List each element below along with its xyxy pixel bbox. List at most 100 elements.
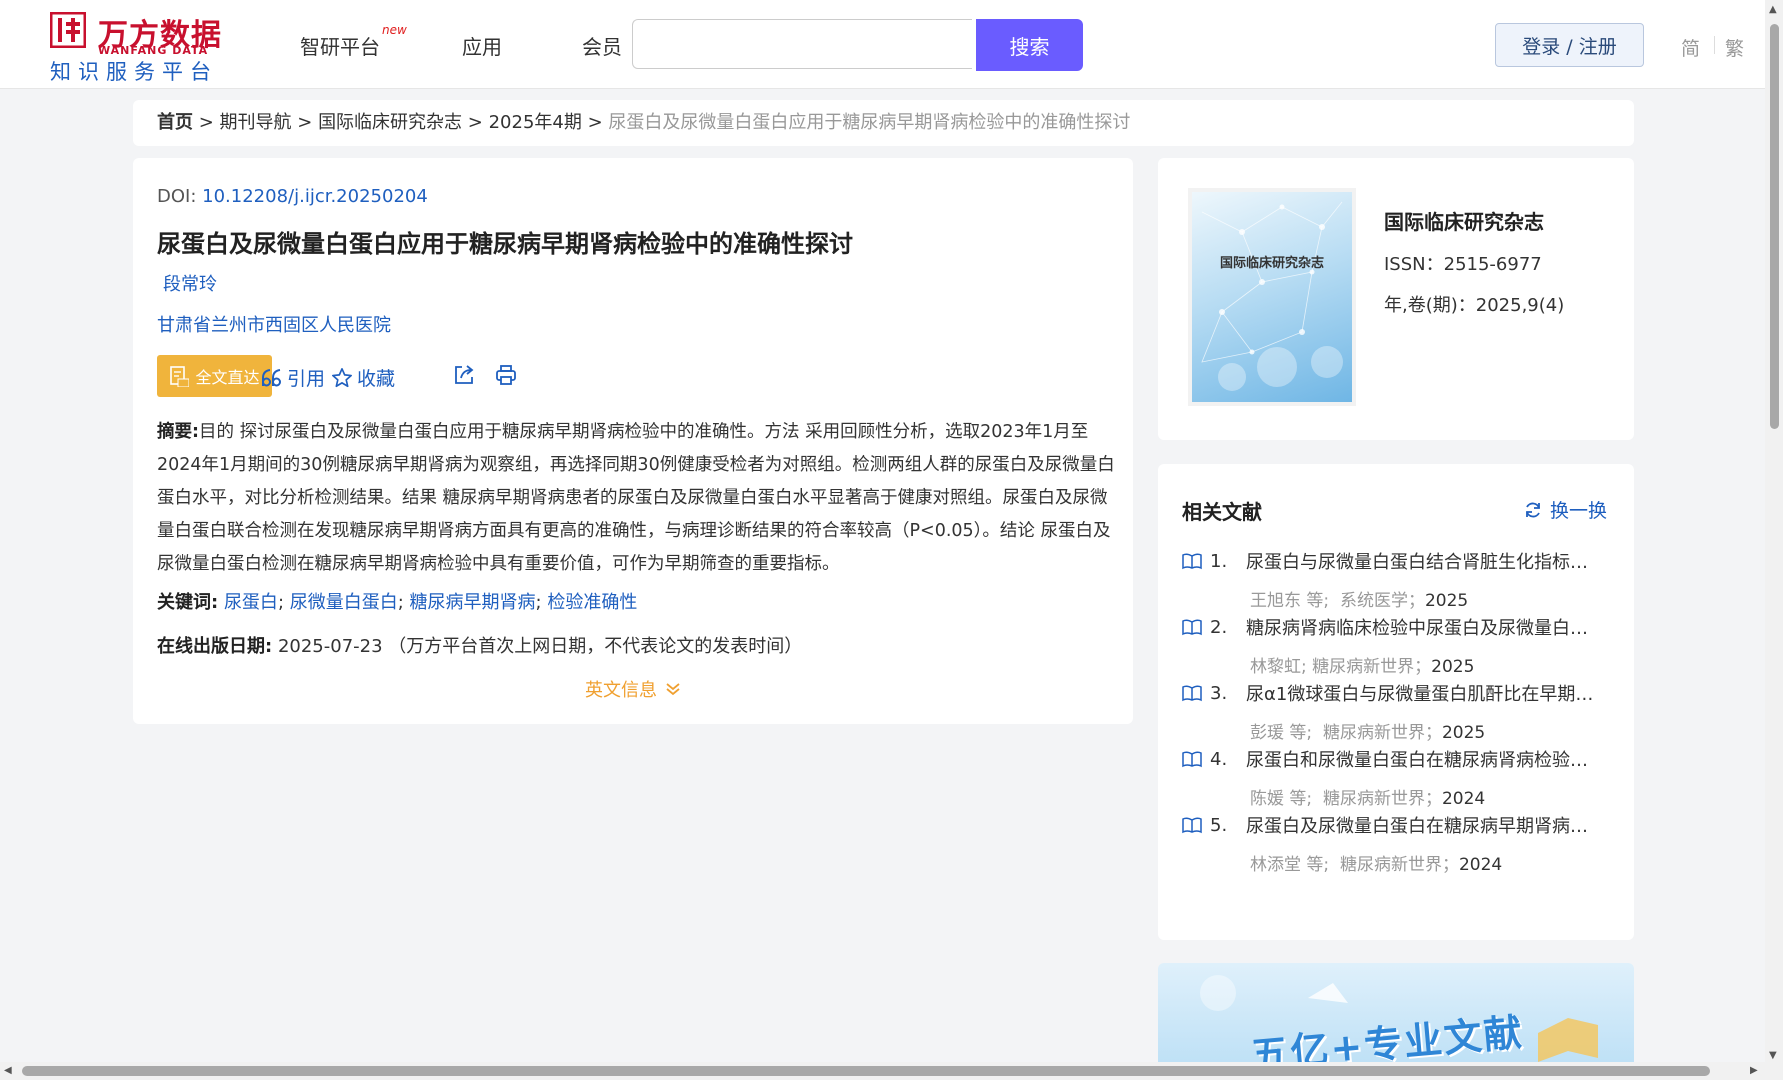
keyword-link[interactable]: 尿微量白蛋白 [290,592,398,613]
scroll-right-arrow-icon[interactable]: ▶ [1750,1065,1758,1076]
related-source: 糖尿病新世界； [1312,657,1432,677]
related-title[interactable]: 尿α1微球蛋白与尿微量蛋白肌酐比在早期糖... [1246,680,1598,706]
related-item[interactable]: 5. 尿蛋白及尿微量白蛋白在糖尿病早期肾病中... 林添堂 等; 糖尿病新世界；… [1182,812,1612,875]
fulltext-label: 全文直达 [195,368,260,387]
breadcrumb-journal-nav[interactable]: 期刊导航 [220,112,292,133]
related-authors: 彭瑗 等; [1250,723,1313,743]
keywords-line: 关键词: 尿蛋白; 尿微量白蛋白; 糖尿病早期肾病; 检验准确性 [157,592,638,613]
related-source: 糖尿病新世界； [1339,855,1459,875]
related-year: 2024 [1441,789,1486,809]
cover-network-pattern [1201,201,1343,391]
refresh-icon [1526,502,1540,517]
refresh-label: 换一换 [1550,500,1608,522]
star-icon [332,367,352,387]
english-info-toggle[interactable]: 英文信息 [585,676,681,702]
promo-banner[interactable]: 五亿+专业文献 [1158,963,1634,1062]
related-number: 2. [1210,616,1228,638]
doi-link[interactable]: 10.12208/j.ijcr.20250204 [202,186,428,207]
related-title[interactable]: 糖尿病肾病临床检验中尿蛋白及尿微量白蛋... [1246,614,1598,640]
scroll-up-arrow-icon[interactable]: ▲ [1769,4,1777,15]
related-year: 2025 [1424,591,1469,611]
journal-name-link[interactable]: 国际临床研究杂志 [1384,206,1544,235]
journal-issn: ISSN：2515-6977 [1384,254,1542,275]
login-register-button[interactable]: 登录 / 注册 [1495,23,1644,67]
related-authors: 王旭东 等; [1250,591,1330,611]
top-header: 万方数据 WANFANG DATA 知识服务平台 智研平台 new 应用 会员 … [0,0,1765,89]
pubdate-label: 在线出版日期: [157,636,273,657]
article-title: 尿蛋白及尿微量白蛋白应用于糖尿病早期肾病检验中的准确性探讨 [157,230,853,258]
pubdate-note: （万方平台首次上网日期，不代表论文的发表时间） [388,636,803,657]
wanfang-logo-icon [50,12,86,48]
affiliation-link[interactable]: 甘肃省兰州市西固区人民医院 [157,311,391,337]
related-source: 糖尿病新世界； [1322,723,1442,743]
favorite-label: 收藏 [357,368,396,390]
book-icon [1182,751,1202,768]
journal-volume: 年,卷(期)：2025,9(4) [1384,295,1565,316]
breadcrumb-separator: > [581,112,609,133]
book-icon [1182,553,1202,570]
related-title[interactable]: 尿蛋白及尿微量白蛋白在糖尿病早期肾病中... [1246,812,1598,838]
related-item[interactable]: 2. 糖尿病肾病临床检验中尿蛋白及尿微量白蛋... 林黎虹; 糖尿病新世界；20… [1182,614,1612,677]
nav-applications[interactable]: 应用 [462,31,502,60]
scroll-down-arrow-icon[interactable]: ▼ [1769,1050,1777,1061]
journal-info-card: 国际临床研究杂志 国际临床研究杂志 ISSN：2515-6977 年,卷(期)：… [1158,158,1634,440]
related-item[interactable]: 1. 尿蛋白与尿微量白蛋白结合肾脏生化指标在... 王旭东 等; 系统医学；20… [1182,548,1612,611]
fulltext-button[interactable]: 全文直达 [157,355,272,397]
breadcrumb-current: 尿蛋白及尿微量白蛋白应用于糖尿病早期肾病检验中的准确性探讨 [608,112,1131,133]
horizontal-scrollbar[interactable]: ◀ ▶ [0,1062,1765,1080]
printer-icon [496,365,516,385]
breadcrumb-separator: > [462,112,489,133]
abstract-text: 目的 探讨尿蛋白及尿微量白蛋白应用于糖尿病早期肾病检验中的准确性。方法 采用回顾… [157,422,1115,574]
related-title[interactable]: 尿蛋白和尿微量白蛋白在糖尿病肾病检验中... [1246,746,1598,772]
author-link[interactable]: 段常玲 [163,270,217,296]
related-item[interactable]: 3. 尿α1微球蛋白与尿微量蛋白肌酐比在早期糖... 彭瑗 等; 糖尿病新世界；… [1182,680,1612,743]
keyword-link[interactable]: 检验准确性 [547,592,637,613]
quote-icon [262,368,281,386]
print-button[interactable] [495,364,517,386]
breadcrumb-separator: > [291,112,319,133]
nav-membership[interactable]: 会员 [582,31,622,60]
related-year: 2025 [1441,723,1486,743]
cover-title: 国际临床研究杂志 [1219,256,1324,271]
lang-traditional[interactable]: 繁 [1725,34,1744,61]
related-year: 2025 [1431,657,1475,677]
horizontal-scroll-thumb[interactable] [22,1066,1710,1076]
nav-zhiyan-label: 智研平台 [300,35,380,59]
related-heading: 相关文献 [1182,500,1262,524]
abstract-label: 摘要: [157,422,199,442]
related-number: 4. [1210,748,1228,770]
free-document-icon [170,366,190,387]
keyword-link[interactable]: 糖尿病早期肾病 [410,592,536,613]
wanfang-logo[interactable]: 万方数据 WANFANG DATA 知识服务平台 [50,10,230,84]
related-authors: 林黎虹; [1250,657,1307,677]
related-number: 1. [1210,550,1228,572]
vertical-scrollbar[interactable]: ▲ ▼ [1765,0,1783,1080]
related-source: 系统医学； [1339,591,1425,611]
search-button[interactable]: 搜索 [976,19,1083,71]
related-number: 5. [1210,814,1228,836]
keywords-label: 关键词: [157,592,219,613]
breadcrumb-issue[interactable]: 2025年4期 [489,112,582,133]
related-title[interactable]: 尿蛋白与尿微量白蛋白结合肾脏生化指标在... [1246,548,1598,574]
related-source: 糖尿病新世界； [1322,789,1442,809]
lang-simplified[interactable]: 简 [1681,34,1700,61]
related-item[interactable]: 4. 尿蛋白和尿微量白蛋白在糖尿病肾病检验中... 陈媛 等; 糖尿病新世界；2… [1182,746,1612,809]
vertical-scroll-thumb[interactable] [1770,24,1779,429]
search-input[interactable] [632,19,972,69]
breadcrumb: 首页 > 期刊导航 > 国际临床研究杂志 > 2025年4期 > 尿蛋白及尿微量… [133,100,1634,146]
breadcrumb-journal[interactable]: 国际临床研究杂志 [318,112,462,133]
keyword-link[interactable]: 尿蛋白 [224,592,278,613]
journal-cover[interactable]: 国际临床研究杂志 [1192,192,1352,402]
nav-zhiyan-platform[interactable]: 智研平台 new [300,23,407,60]
cite-button[interactable]: 引用 [261,364,325,391]
related-number: 3. [1210,682,1228,704]
scroll-left-arrow-icon[interactable]: ◀ [4,1065,12,1076]
related-authors: 陈媛 等; [1250,789,1313,809]
refresh-button[interactable]: 换一换 [1524,496,1607,523]
book-icon [1182,685,1202,702]
abstract-block: 摘要:目的 探讨尿蛋白及尿微量白蛋白应用于糖尿病早期肾病检验中的准确性。方法 采… [157,416,1115,581]
related-year: 2024 [1458,855,1503,875]
breadcrumb-home[interactable]: 首页 [157,112,193,133]
share-button[interactable] [453,364,475,386]
favorite-button[interactable]: 收藏 [331,364,395,391]
